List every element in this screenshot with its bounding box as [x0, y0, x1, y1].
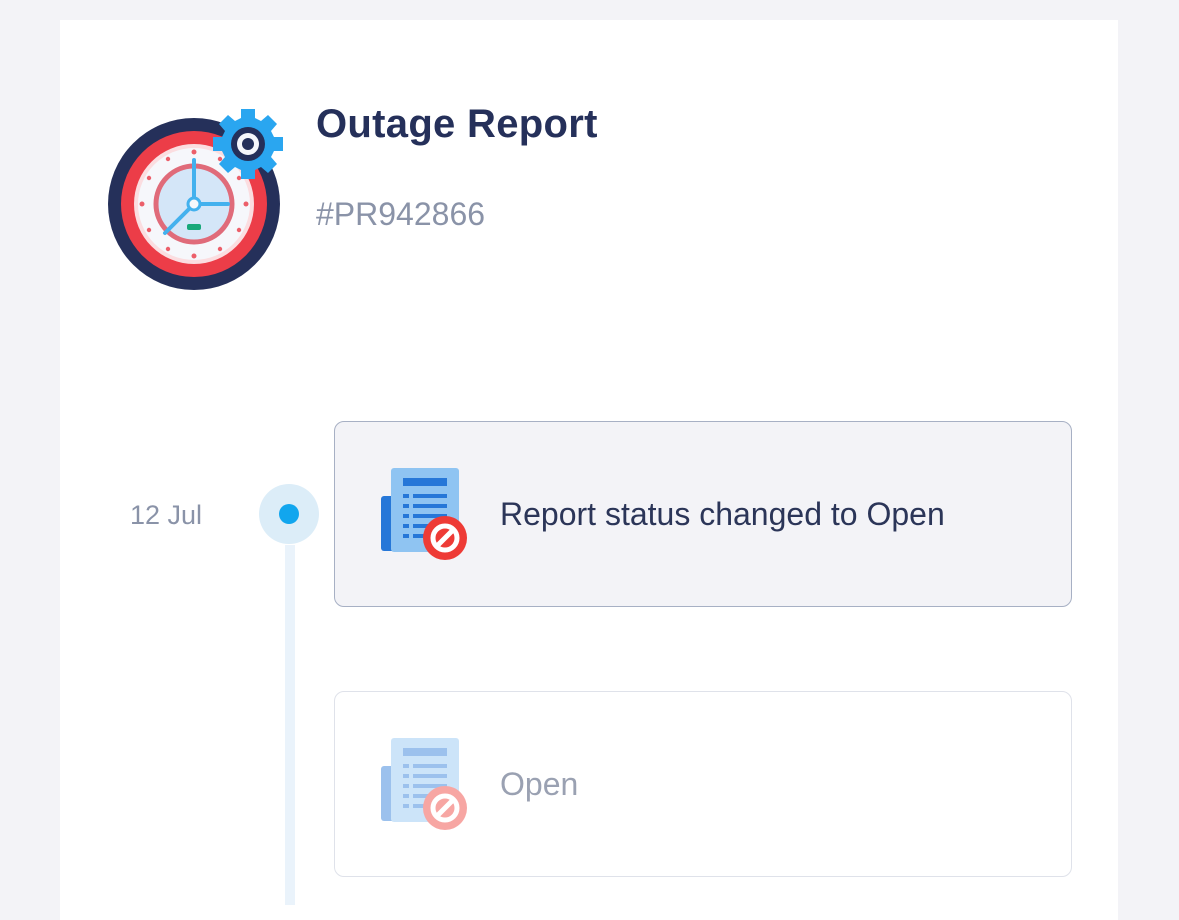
report-id: #PR942866 — [316, 196, 486, 232]
report-card: Outage Report #PR942866 12 Jul Report st… — [60, 20, 1118, 920]
timeline-dot-center — [279, 504, 299, 524]
page-title: Outage Report — [316, 102, 598, 146]
document-blocked-icon — [381, 738, 467, 830]
timeline-event[interactable]: Report status changed to Open — [334, 421, 1072, 607]
clock-gear-icon — [108, 109, 283, 290]
timeline-event[interactable]: Open — [334, 691, 1072, 877]
event-text: Open — [500, 766, 579, 802]
timeline-dot — [259, 484, 319, 544]
document-blocked-icon — [381, 468, 467, 560]
timeline-line — [285, 545, 295, 905]
event-text: Report status changed to Open — [500, 496, 945, 532]
timeline-date: 12 Jul — [130, 500, 203, 530]
